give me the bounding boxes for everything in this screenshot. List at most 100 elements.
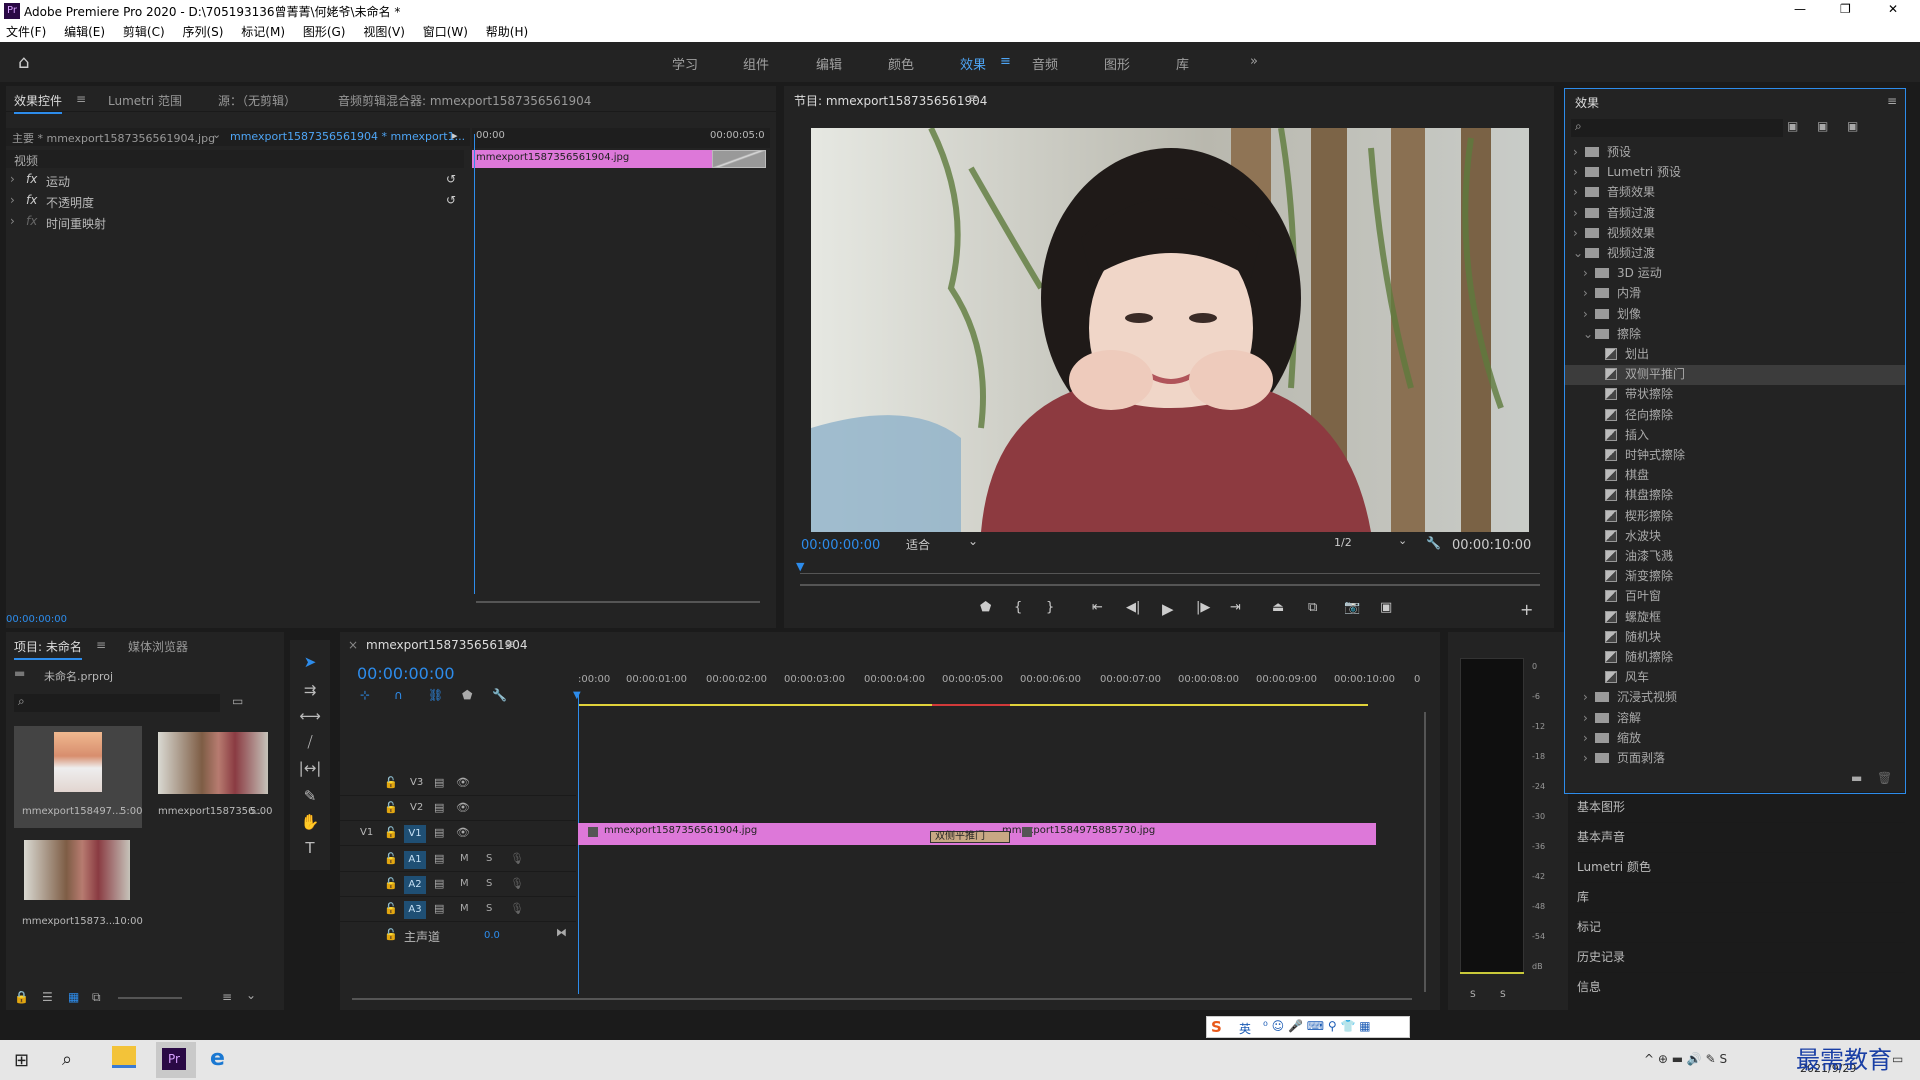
expand-arrow-icon[interactable]: ›	[10, 172, 15, 186]
mark-out-icon[interactable]: }	[1046, 600, 1054, 615]
expand-arrow-icon[interactable]: ›	[10, 214, 15, 228]
menu-clip[interactable]: 剪辑(C)	[123, 25, 165, 39]
fx-icon[interactable]: fx	[26, 172, 37, 186]
workspace-color[interactable]: 颜色	[888, 54, 914, 73]
panel-lumetri-color[interactable]: Lumetri 颜色	[1575, 852, 1905, 880]
effect-folder[interactable]: › 音频效果	[1565, 183, 1905, 203]
slip-tool-icon[interactable]: |↔|	[298, 756, 322, 780]
solo-button[interactable]: S	[486, 878, 492, 889]
close-button[interactable]: ✕	[1888, 2, 1898, 16]
selection-tool-icon[interactable]: ➤	[298, 650, 322, 674]
solo-right-button[interactable]: S	[1500, 990, 1506, 1000]
sync-lock-icon[interactable]: ▤	[434, 902, 444, 915]
source-patch[interactable]: V1	[360, 827, 373, 838]
menu-marker[interactable]: 标记(M)	[241, 25, 285, 39]
tray-icons[interactable]: ^ ⊕ ▬ 🔊 ✎ S	[1644, 1052, 1727, 1066]
add-marker-icon[interactable]: ⬟	[462, 688, 472, 702]
pen-tool-icon[interactable]: ✎	[298, 784, 322, 808]
bowtie-icon[interactable]: ⧓	[556, 926, 567, 939]
effect-folder[interactable]: › 预设	[1565, 143, 1905, 163]
chevron-down-icon[interactable]: ⌄	[212, 128, 221, 141]
trash-icon[interactable]: 🗑	[1877, 771, 1892, 785]
effect-item[interactable]: 油漆飞溅	[1565, 547, 1905, 567]
search-icon[interactable]: ⌕	[62, 1049, 72, 1070]
tab-lumetri-scopes[interactable]: Lumetri 范围	[108, 92, 182, 109]
mute-button[interactable]: M	[460, 853, 469, 864]
lock-icon[interactable]: 🔓	[384, 852, 398, 865]
accelerated-effects-icon[interactable]: ▣	[1787, 119, 1798, 133]
chevron-right-icon[interactable]: ›	[1573, 226, 1585, 240]
resolution-select[interactable]: 1/2 ⌄	[1334, 534, 1414, 554]
go-to-in-icon[interactable]: ⇤	[1092, 600, 1103, 615]
wrench-icon[interactable]: 🔧	[1426, 536, 1441, 550]
sync-lock-icon[interactable]: ▤	[434, 852, 444, 865]
timeline-clip-1[interactable]: mmexport1587356561904.jpg	[578, 823, 976, 845]
track-name[interactable]: A2	[404, 876, 426, 894]
step-back-icon[interactable]: ◀|	[1126, 600, 1140, 615]
lock-icon[interactable]: 🔒	[14, 990, 29, 1004]
timeline-menu-icon[interactable]: ≡	[504, 637, 514, 651]
nest-icon[interactable]: ⊹	[360, 688, 370, 702]
button-editor-icon[interactable]: +	[1520, 600, 1533, 619]
effect-item[interactable]: 螺旋框	[1565, 608, 1905, 628]
expand-arrow-icon[interactable]: ›	[10, 193, 15, 207]
lock-icon[interactable]: 🔓	[384, 877, 398, 890]
timeline-clip-2[interactable]: mmexport1584975885730.jpg	[976, 823, 1376, 845]
chevron-right-icon[interactable]: ›	[1583, 731, 1595, 745]
type-tool-icon[interactable]: T	[298, 836, 322, 860]
sequence-clip-label[interactable]: mmexport1587356561904 * mmexport1...	[230, 130, 465, 143]
menu-edit[interactable]: 编辑(E)	[64, 25, 105, 39]
workspace-audio[interactable]: 音频	[1032, 54, 1058, 73]
effect-row-time-remap[interactable]: › fx 时间重映射	[6, 212, 464, 232]
chevron-right-icon[interactable]: ›	[1583, 307, 1595, 321]
microphone-icon[interactable]: 🎙	[510, 877, 524, 890]
lock-icon[interactable]: 🔓	[384, 928, 398, 941]
project-menu-icon[interactable]: ≡	[96, 638, 106, 652]
program-playhead[interactable]: ▼	[796, 560, 804, 573]
project-item[interactable]: mmexport1587356... 5:00	[150, 726, 278, 828]
lock-icon[interactable]: 🔓	[384, 801, 398, 814]
fx-icon[interactable]: fx	[26, 193, 37, 207]
ec-clip-bar[interactable]: mmexport1587356561904.jpg	[472, 150, 712, 168]
effect-item[interactable]: 棋盘	[1565, 466, 1905, 486]
tab-source[interactable]: 源：（无剪辑）	[218, 92, 296, 109]
resolution-dropdown[interactable]	[784, 536, 864, 554]
lock-icon[interactable]: 🔓	[384, 826, 398, 839]
timeline-timecode[interactable]: 00:00:00:00	[357, 664, 455, 683]
ime-language[interactable]: 英	[1239, 1020, 1251, 1037]
eye-icon[interactable]: 👁	[456, 776, 470, 789]
export-frame-icon[interactable]: 📷	[1344, 600, 1360, 615]
compare-view-icon[interactable]: ▣	[1380, 600, 1392, 615]
timeline-horizontal-scroll[interactable]	[352, 998, 1412, 1000]
menu-window[interactable]: 窗口(W)	[423, 25, 468, 39]
effect-row-motion[interactable]: › fx 运动 ↺	[6, 170, 464, 190]
track-name[interactable]: V1	[404, 825, 426, 843]
microphone-icon[interactable]: 🎙	[510, 902, 524, 915]
menu-graphics[interactable]: 图形(G)	[303, 25, 346, 39]
mute-button[interactable]: M	[460, 903, 469, 914]
ime-tools-icon[interactable]: ⁰ ☺ 🎤 ⌨ ⚲ 👕 ▦	[1263, 1019, 1371, 1033]
workspace-editing[interactable]: 编辑	[816, 54, 842, 73]
effect-item[interactable]: 径向擦除	[1565, 406, 1905, 426]
new-bin-icon[interactable]: ▬	[1851, 771, 1862, 785]
effect-item[interactable]: 带状擦除	[1565, 385, 1905, 405]
effect-folder[interactable]: › 划像	[1565, 305, 1905, 325]
menu-help[interactable]: 帮助(H)	[486, 25, 528, 39]
workspace-assembly[interactable]: 组件	[743, 54, 769, 73]
effect-folder[interactable]: › 3D 运动	[1565, 264, 1905, 284]
go-to-out-icon[interactable]: ⇥	[1230, 600, 1241, 615]
menu-view[interactable]: 视图(V)	[363, 25, 405, 39]
freeform-view-icon[interactable]: ⧉	[92, 990, 101, 1005]
notifications-icon[interactable]: ▭	[1892, 1052, 1903, 1066]
home-icon[interactable]: ⌂	[18, 52, 29, 73]
timeline-ruler[interactable]: :00:00 00:00:01:00 00:00:02:00 00:00:03:…	[578, 674, 1317, 708]
reset-icon[interactable]: ↺	[446, 193, 456, 207]
lift-icon[interactable]: ⏏	[1272, 600, 1284, 615]
effect-folder[interactable]: › Lumetri 预设	[1565, 163, 1905, 183]
timeline-transition[interactable]: 双侧平推门	[930, 831, 1010, 843]
solo-button[interactable]: S	[486, 853, 492, 864]
mute-button[interactable]: M	[460, 878, 469, 889]
chevron-down-icon[interactable]: ⌄	[246, 988, 256, 1002]
track-name[interactable]: A3	[404, 901, 426, 919]
effects-search-input[interactable]: ⌕	[1571, 119, 1783, 137]
